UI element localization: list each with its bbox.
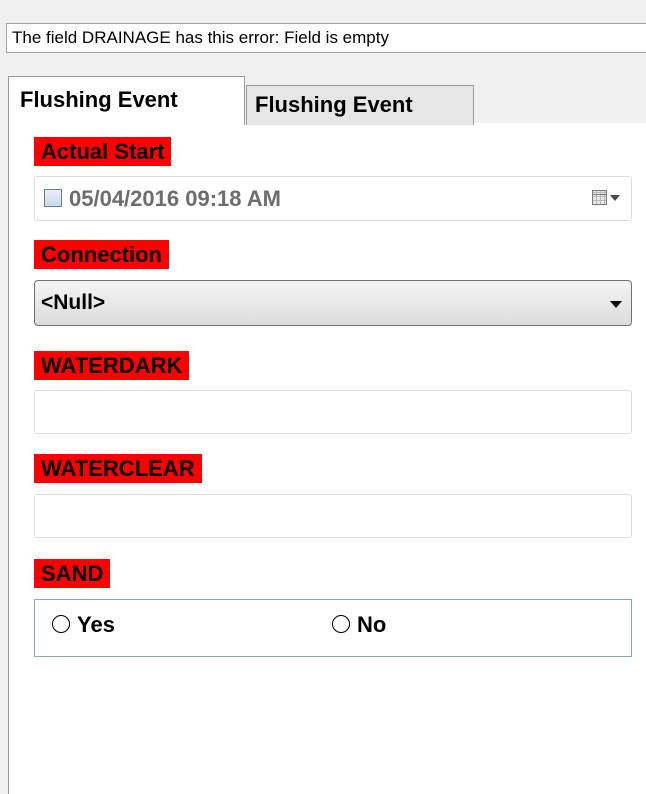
dropdown-arrow-icon[interactable] — [610, 301, 622, 308]
chevron-down-icon — [610, 195, 620, 201]
top-strip — [0, 0, 646, 6]
calendar-dropdown-icon[interactable] — [592, 189, 622, 209]
sand-no-label[interactable]: No — [357, 612, 386, 638]
actual-start-value[interactable]: 05/04/2016 09:18 AM — [69, 177, 281, 220]
sand-radio-group: Yes No — [34, 599, 632, 657]
form-window: The field DRAINAGE has this error: Field… — [0, 0, 646, 794]
calendar-icon — [592, 190, 607, 205]
radio-circle-icon[interactable] — [52, 615, 70, 633]
tab-strip: Flushing Event Flushing Event — [8, 76, 646, 125]
actual-start-datepicker[interactable]: 05/04/2016 09:18 AM — [34, 176, 632, 221]
actual-start-label: Actual Start — [34, 137, 172, 166]
error-message: The field DRAINAGE has this error: Field… — [6, 23, 646, 53]
tab-flushing-event-active[interactable]: Flushing Event — [8, 76, 245, 125]
waterdark-label: WATERDARK — [34, 351, 190, 380]
tab-flushing-event-second[interactable]: Flushing Event — [246, 85, 474, 125]
sand-yes-label[interactable]: Yes — [77, 612, 115, 638]
connection-label: Connection — [34, 240, 169, 269]
waterdark-input[interactable] — [34, 390, 632, 434]
connection-select[interactable]: <Null> — [34, 280, 632, 326]
connection-selected-value: <Null> — [41, 291, 106, 314]
actual-start-checkbox[interactable] — [44, 189, 62, 207]
radio-circle-icon[interactable] — [332, 615, 350, 633]
sand-label: SAND — [34, 559, 111, 588]
waterclear-input[interactable] — [34, 494, 632, 538]
waterclear-label: WATERCLEAR — [34, 454, 202, 483]
